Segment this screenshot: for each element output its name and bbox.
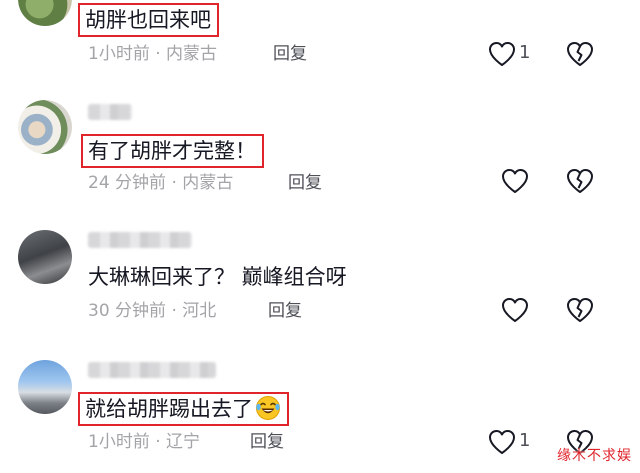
laughing-crying-emoji [256,396,280,420]
comment-text: 有了胡胖才完整！ [81,134,264,168]
comment-time: 30 分钟前 [88,301,167,321]
username[interactable] [88,104,132,120]
comment-time: 1小时前 [88,432,150,452]
like-count: 1 [519,430,531,451]
user-avatar[interactable] [18,230,72,284]
comment-meta: 1小时前 · 内蒙古 [88,42,217,66]
user-avatar[interactable] [18,0,72,26]
comment-meta: 1小时前 · 辽宁 [88,430,200,454]
heart-icon[interactable] [487,428,517,456]
comment-meta: 30 分钟前 · 河北 [88,299,216,323]
watermark: 缘木不求娱 [557,448,632,464]
heart-icon[interactable] [500,167,530,195]
reply-button[interactable]: 回复 [273,42,307,66]
comment-text-content: 就给胡胖踢出去了 [85,397,253,421]
meta-separator: · [166,301,183,321]
meta-separator: · [166,173,183,193]
reply-button[interactable]: 回复 [250,430,284,454]
heart-icon[interactable] [487,40,517,68]
broken-heart-icon[interactable] [565,40,595,68]
username[interactable] [88,232,192,248]
broken-heart-icon[interactable] [565,296,595,324]
comment-location: 辽宁 [166,432,201,452]
comment-time: 24 分钟前 [88,173,167,193]
reply-button[interactable]: 回复 [288,171,322,195]
broken-heart-icon[interactable] [565,167,595,195]
user-avatar[interactable] [18,100,72,154]
comment-location: 内蒙古 [166,44,218,64]
comment-time: 1小时前 [88,44,150,64]
comment-list-screen: { "comments": [ { "text": "胡胖也回来吧", "tim… [0,0,640,473]
heart-icon[interactable] [500,296,530,324]
comment-location: 内蒙古 [182,173,234,193]
comment-text: 就给胡胖踢出去了 [78,392,289,426]
meta-separator: · [149,432,167,452]
reply-button[interactable]: 回复 [268,299,302,323]
username[interactable] [88,362,216,378]
comment-text: 胡胖也回来吧 [78,3,219,37]
comment-text: 大琳琳回来了？ 巅峰组合呀 [88,265,347,289]
comment-location: 河北 [182,301,217,321]
meta-separator: · [149,44,167,64]
like-count: 1 [519,42,531,63]
comment-meta: 24 分钟前 · 内蒙古 [88,171,233,195]
user-avatar[interactable] [18,360,72,414]
